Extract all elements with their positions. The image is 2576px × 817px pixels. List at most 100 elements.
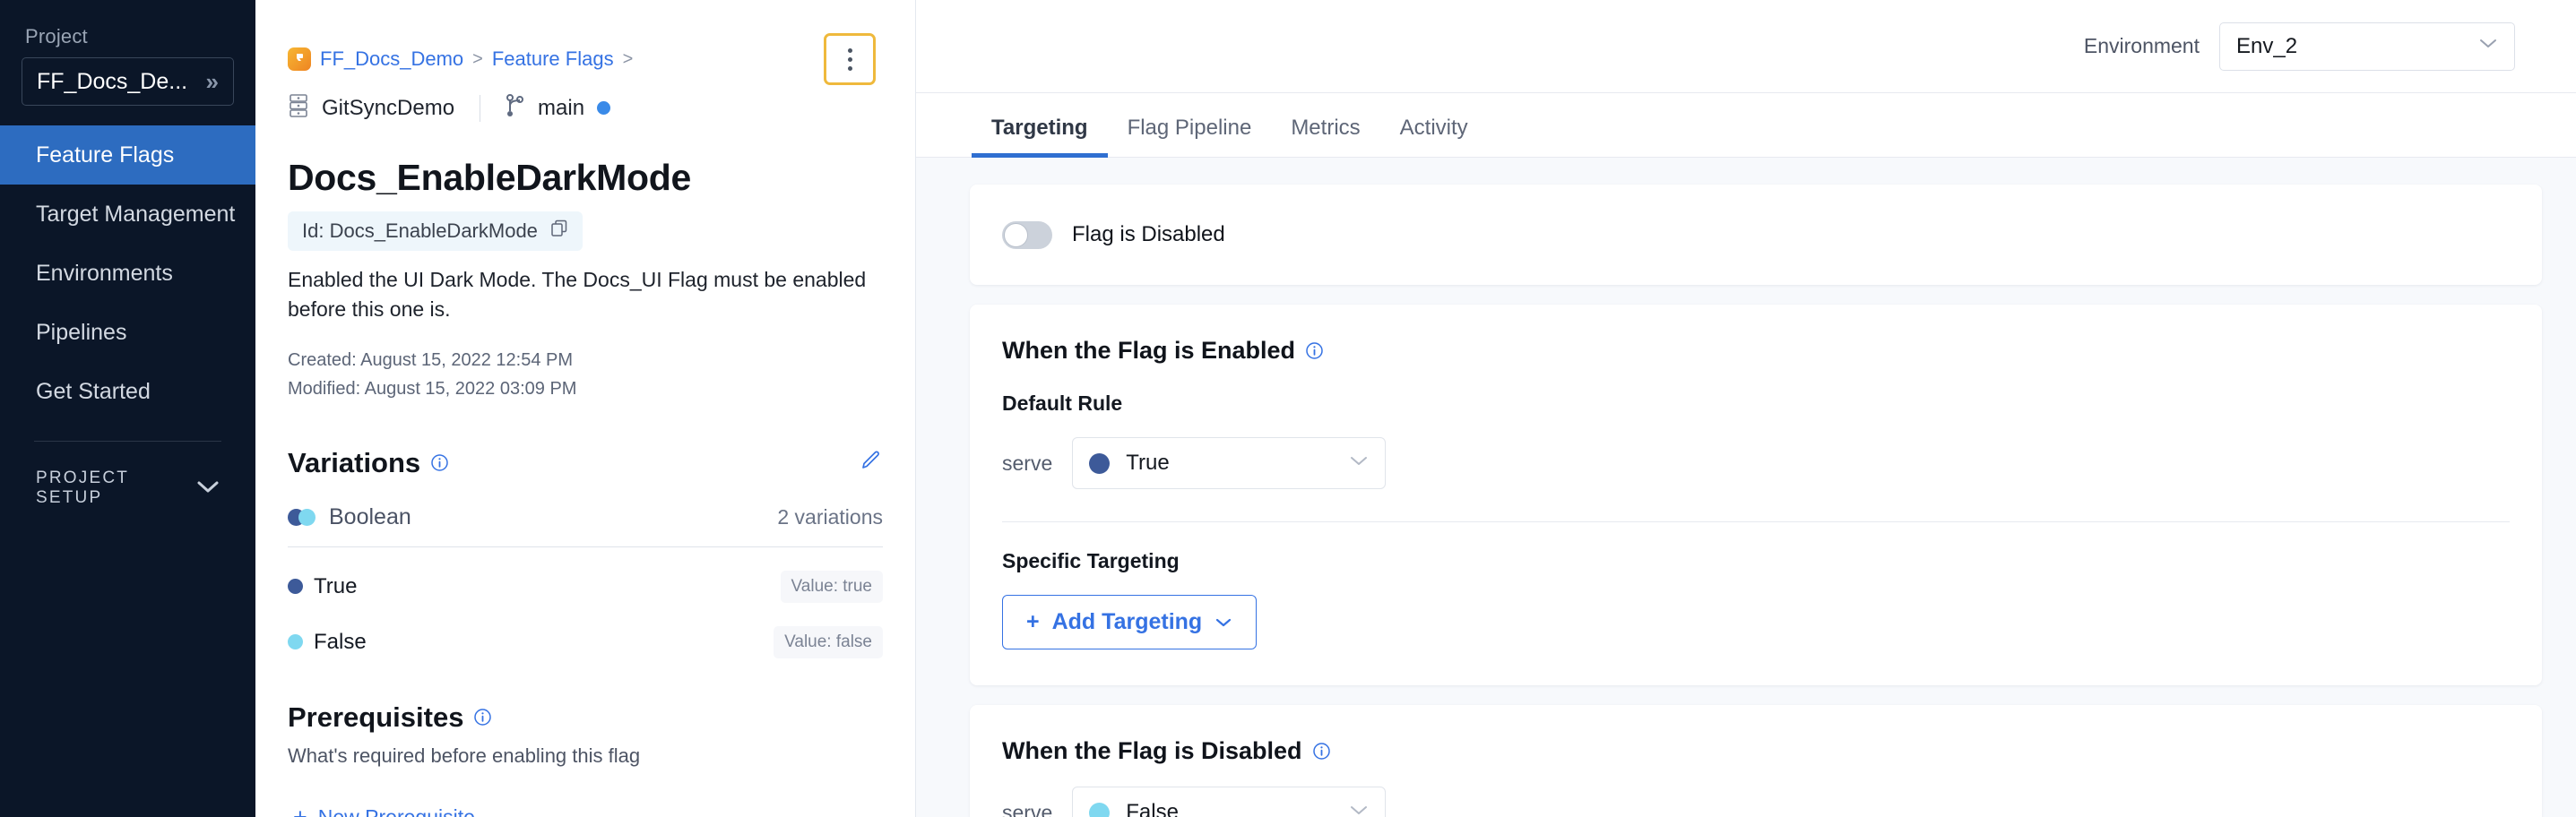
toggle-knob [1004,223,1028,247]
variations-title-group: Variations [288,447,449,479]
info-circle-icon[interactable] [473,708,492,727]
chevron-down-icon [1215,609,1232,635]
tab-label: Activity [1400,116,1468,140]
variation-color-dot [1089,803,1110,817]
plus-icon: + [1026,609,1040,635]
breadcrumb-item-feature-flags[interactable]: Feature Flags [492,47,614,71]
variation-value: Value: false [774,626,883,658]
pencil-edit-icon[interactable] [860,449,883,477]
variation-row-false: False Value: false [288,626,883,658]
copy-icon[interactable] [550,219,568,243]
more-vertical-icon-dot [848,66,852,71]
variation-name: False [314,630,367,655]
prerequisites-title: Prerequisites [288,701,463,734]
prerequisites-title-group: Prerequisites [288,701,883,734]
project-selector[interactable]: FF_Docs_De... » [22,57,234,106]
chevron-down-icon [1349,455,1369,472]
flag-toggle-card: Flag is Disabled [970,185,2542,285]
plus-icon: + [293,805,307,817]
environment-label: Environment [2084,34,2200,58]
chevron-down-icon [1349,804,1369,817]
tab-label: Targeting [991,116,1088,140]
variation-type-left: Boolean [288,504,411,530]
sidebar-item-pipelines[interactable]: Pipelines [0,303,255,362]
sidebar-nav: Feature Flags Target Management Environm… [0,125,255,421]
flag-enabled-title: When the Flag is Enabled [1002,337,1295,365]
sidebar-item-label: Environments [36,261,173,287]
sidebar-item-label: Get Started [36,379,151,405]
tab-bar: Targeting Flag Pipeline Metrics Activity [916,92,2576,158]
sidebar: Project FF_Docs_De... » Feature Flags Ta… [0,0,255,817]
breadcrumb-separator-trailing: > [623,49,634,70]
tab-flag-pipeline[interactable]: Flag Pipeline [1108,116,1272,157]
variation-left: False [288,630,367,655]
serve-label: serve [1002,452,1052,476]
serve-label: serve [1002,801,1052,817]
flag-id-chip[interactable]: Id: Docs_EnableDarkMode [288,211,583,251]
disabled-serve-row: serve False [1002,787,2510,817]
default-rule-serve-row: serve True [1002,437,2510,489]
app-root: Project FF_Docs_De... » Feature Flags Ta… [0,0,2576,817]
sidebar-item-target-management[interactable]: Target Management [0,185,255,244]
more-options-button[interactable] [824,33,876,85]
sidebar-item-environments[interactable]: Environments [0,244,255,303]
environment-bar: Environment Env_2 [916,0,2576,92]
project-selector-value: FF_Docs_De... [37,69,187,95]
disabled-variation-select[interactable]: False [1072,787,1386,817]
chevron-double-right-icon: » [206,70,219,93]
flag-enabled-title-group: When the Flag is Enabled [1002,337,2510,365]
page-title: Docs_EnableDarkMode [288,157,883,199]
modified-timestamp: Modified: August 15, 2022 03:09 PM [288,375,883,404]
variations-header: Variations [288,447,883,479]
tab-metrics[interactable]: Metrics [1271,116,1379,157]
variation-left: True [288,574,357,599]
targeting-panel: Environment Env_2 Targeting Flag Pipelin… [916,0,2576,817]
more-vertical-icon-dot [848,48,852,53]
variation-row-true: True Value: true [288,571,883,603]
flag-toggle-label: Flag is Disabled [1072,222,1225,247]
variations-title: Variations [288,447,420,479]
info-circle-icon[interactable] [1312,742,1331,761]
sidebar-project-setup-label: PROJECT SETUP [36,469,196,508]
tab-activity[interactable]: Activity [1380,116,1488,157]
flag-timestamps: Created: August 15, 2022 12:54 PM Modifi… [288,347,883,403]
new-prerequisite-button[interactable]: + New Prerequisite [288,805,883,817]
variation-value: Value: true [781,571,883,603]
repository-icon [288,93,309,123]
created-timestamp: Created: August 15, 2022 12:54 PM [288,347,883,375]
flag-id-text: Id: Docs_EnableDarkMode [302,219,538,243]
prerequisites-subtitle: What's required before enabling this fla… [288,744,883,768]
variation-name: True [314,574,357,599]
sidebar-item-feature-flags[interactable]: Feature Flags [0,125,255,185]
divider [1002,521,2510,522]
tab-label: Flag Pipeline [1128,116,1252,140]
tab-targeting[interactable]: Targeting [972,116,1108,157]
sidebar-item-label: Target Management [36,202,235,228]
targeting-content: Flag is Disabled When the Flag is Enable… [916,158,2576,817]
add-targeting-button[interactable]: + Add Targeting [1002,595,1257,649]
flag-disabled-title: When the Flag is Disabled [1002,737,1302,765]
specific-targeting-label: Specific Targeting [1002,549,2510,573]
git-repo-row: GitSyncDemo main [288,93,883,123]
default-rule-variation-value: True [1126,451,1349,476]
chevron-down-icon [196,477,220,500]
info-circle-icon[interactable] [430,453,449,472]
flag-enabled-card: When the Flag is Enabled Default Rule se… [970,305,2542,685]
breadcrumb: FF_Docs_Demo > Feature Flags > [288,47,633,71]
environment-selector[interactable]: Env_2 [2219,22,2515,71]
breadcrumb-item-project[interactable]: FF_Docs_Demo [320,47,463,71]
default-rule-variation-select[interactable]: True [1072,437,1386,489]
sidebar-item-get-started[interactable]: Get Started [0,362,255,421]
flag-disabled-title-group: When the Flag is Disabled [1002,737,2510,765]
repository-name: GitSyncDemo [322,96,454,121]
flag-enable-toggle[interactable] [1002,221,1052,249]
variation-count: 2 variations [777,505,883,529]
environment-value: Env_2 [2236,34,2297,59]
sidebar-item-label: Pipelines [36,320,126,346]
info-circle-icon[interactable] [1305,341,1324,360]
git-branch-icon [506,94,525,122]
boolean-variation-icon [288,509,316,526]
flag-details-panel: FF_Docs_Demo > Feature Flags > GitS [255,0,916,817]
sidebar-project-setup[interactable]: PROJECT SETUP [0,469,255,508]
sidebar-divider [34,441,221,442]
